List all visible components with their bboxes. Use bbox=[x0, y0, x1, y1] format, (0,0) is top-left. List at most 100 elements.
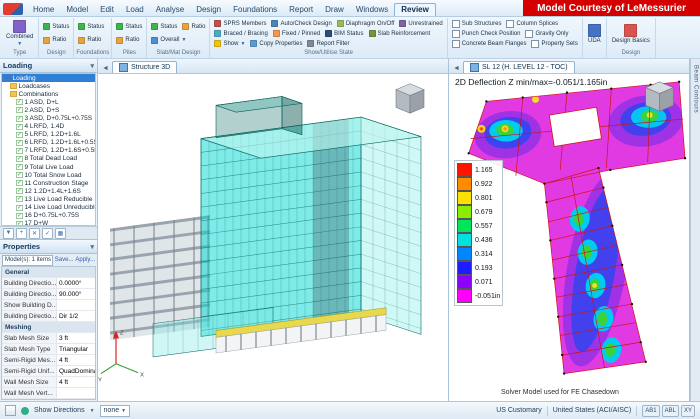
direction-dropdown[interactable]: none ▼ bbox=[100, 405, 131, 417]
status-button[interactable]: Status bbox=[41, 22, 71, 31]
property-section-general[interactable]: General bbox=[2, 267, 95, 278]
ratio-button[interactable]: Ratio bbox=[76, 36, 103, 45]
apply-link[interactable]: Apply... bbox=[75, 257, 95, 263]
check-icon[interactable]: ✓ bbox=[42, 228, 53, 239]
design-basics-button[interactable]: Design Basics bbox=[609, 23, 653, 45]
tree-item-13-live-load-reducible[interactable]: ✓13 Live Load Reducible bbox=[2, 195, 95, 203]
property-value[interactable]: 90.000° bbox=[57, 291, 95, 298]
ribbon-tab-report[interactable]: Report bbox=[283, 4, 319, 16]
gravity-only-button[interactable]: Gravity Only bbox=[523, 29, 570, 38]
view-cube[interactable] bbox=[646, 82, 674, 111]
property-value[interactable]: 0.0000° bbox=[57, 280, 95, 287]
property-value[interactable]: Dir 1/2 bbox=[57, 313, 95, 320]
tree-item-12-1-2d-1-4l-1-6s[interactable]: ✓12 1.2D+1.4L+1.6S bbox=[2, 187, 95, 195]
diaphragm-on-off-button[interactable]: Diaphragm On/Off bbox=[335, 19, 397, 28]
tree-item-1-asd-d-l[interactable]: ✓1 ASD, D+L bbox=[2, 98, 95, 106]
property-value[interactable]: 3 ft bbox=[57, 335, 95, 342]
property-value[interactable]: 4 ft bbox=[57, 379, 95, 386]
tree-item-14-live-load-unreducible[interactable]: ✓14 Live Load Unreducible bbox=[2, 204, 95, 212]
fixed-pinned-button[interactable]: Fixed / Pinned bbox=[271, 29, 322, 38]
ribbon-tab-draw[interactable]: Draw bbox=[319, 4, 350, 16]
tree-item-2-asd-d-s[interactable]: ✓2 ASD, D+S bbox=[2, 106, 95, 114]
ribbon-tab-load[interactable]: Load bbox=[120, 4, 150, 16]
status-button[interactable]: Status bbox=[76, 22, 106, 31]
combined-button[interactable]: Combined▼ bbox=[3, 19, 36, 48]
tab-scroll-left-icon[interactable]: ◄ bbox=[452, 65, 461, 73]
uda-button[interactable]: UDA bbox=[585, 23, 604, 45]
fe-results-canvas[interactable]: 2D Deflection Z min/max=-0.051/1.165in 1… bbox=[449, 74, 689, 401]
view-cube[interactable] bbox=[396, 84, 424, 113]
pin-icon[interactable]: ▾ bbox=[90, 243, 94, 251]
tree-item-4-lrfd-1-4d[interactable]: ✓4 LRFD, 1.4D bbox=[2, 123, 95, 131]
show-button[interactable]: Show▼ bbox=[212, 39, 247, 48]
braced-bracing-button[interactable]: Braced / Bracing bbox=[212, 29, 269, 38]
tree-item-loading[interactable]: Loading bbox=[2, 74, 95, 82]
button-label: Ratio bbox=[191, 24, 205, 30]
collapsed-side-panel[interactable]: Beam Contours bbox=[690, 59, 700, 401]
overall-button[interactable]: Overall▼ bbox=[149, 36, 188, 45]
pin-icon[interactable]: ▾ bbox=[90, 62, 94, 70]
tab-scroll-left-icon[interactable]: ◄ bbox=[101, 65, 110, 73]
column-splices-button[interactable]: Column Splices bbox=[504, 19, 560, 28]
sprs-members-button[interactable]: SPRS Members bbox=[212, 19, 268, 28]
grid-icon[interactable]: ▦ bbox=[55, 228, 66, 239]
design-code-label[interactable]: United States (ACI/AISC) bbox=[553, 407, 632, 414]
add-icon[interactable]: + bbox=[16, 228, 27, 239]
status-badge-abl[interactable]: ABL bbox=[662, 405, 679, 417]
save-link[interactable]: Save... bbox=[55, 257, 74, 263]
property-value[interactable]: Triangular bbox=[57, 346, 95, 353]
ribbon-tab-edit[interactable]: Edit bbox=[94, 4, 120, 16]
show-directions-label[interactable]: Show Directions bbox=[34, 407, 85, 414]
filter-icon[interactable]: ▼ bbox=[3, 228, 14, 239]
ribbon-tab-analyse[interactable]: Analyse bbox=[150, 4, 190, 16]
property-value[interactable]: QuadDominant bbox=[57, 368, 95, 375]
punch-check-position-button[interactable]: Punch Check Position bbox=[450, 29, 523, 38]
ribbon: Combined▼TypeStatusRatioDesignStatusRati… bbox=[0, 17, 700, 59]
ratio-button[interactable]: Ratio bbox=[114, 36, 141, 45]
structure-3d-model[interactable]: Z X Y bbox=[98, 74, 448, 401]
status-badge-xy[interactable]: XY bbox=[681, 405, 695, 417]
unrestrained-button[interactable]: Unrestrained bbox=[397, 19, 444, 28]
tree-item-10-total-snow-load[interactable]: ✓10 Total Snow Load bbox=[2, 171, 95, 179]
ribbon-tab-design[interactable]: Design bbox=[190, 4, 227, 16]
ratio-button[interactable]: Ratio bbox=[180, 22, 207, 31]
app-logo-icon[interactable] bbox=[3, 3, 23, 15]
concrete-beam-flanges-button[interactable]: Concrete Beam Flanges bbox=[450, 39, 529, 48]
property-value[interactable]: 4 ft bbox=[57, 357, 95, 364]
tree-item-7-lrfd-1-2d-1-6s-0-5l[interactable]: ✓7 LRFD, 1.2D+1.6S+0.5L bbox=[2, 147, 95, 155]
sub-structures-button[interactable]: Sub Structures bbox=[450, 19, 504, 28]
tree-item-8-total-dead-load[interactable]: ✓8 Total Dead Load bbox=[2, 155, 95, 163]
status-button[interactable]: Status bbox=[114, 22, 144, 31]
ribbon-tab-home[interactable]: Home bbox=[27, 4, 60, 16]
slab-reinforcement-button[interactable]: Slab Reinforcement bbox=[367, 29, 433, 38]
tree-item-3-asd-d-0-75l-0-75s[interactable]: ✓3 ASD, D+0.75L+0.75S bbox=[2, 114, 95, 122]
loading-toolbar: ▼+✕✓▦ bbox=[0, 226, 97, 239]
report-filter-button[interactable]: Report Filter bbox=[305, 39, 351, 48]
bim-status-button[interactable]: BIM Status bbox=[323, 29, 365, 38]
tree-item-6-lrfd-1-2d-1-6l-0-5s[interactable]: ✓6 LRFD, 1.2D+1.6L+0.5S bbox=[2, 139, 95, 147]
ribbon-tab-review[interactable]: Review bbox=[394, 3, 436, 16]
units-label[interactable]: US Customary bbox=[496, 407, 542, 414]
property-sets-button[interactable]: Property Sets bbox=[529, 39, 579, 48]
auto-check-design-button[interactable]: Auto/Check Design bbox=[269, 19, 333, 28]
tree-item-16-d-0-75l-0-75s[interactable]: ✓16 D+0.75L+0.75S bbox=[2, 212, 95, 220]
copy-properties-button[interactable]: Copy Properties bbox=[248, 39, 304, 48]
tab-slab-level-12[interactable]: SL 12 (H. LEVEL 12 - TOC) bbox=[463, 61, 575, 73]
ribbon-tab-windows[interactable]: Windows bbox=[350, 4, 394, 16]
tree-item-11-construction-stage[interactable]: ✓11 Construction Stage bbox=[2, 179, 95, 187]
ratio-button[interactable]: Ratio bbox=[41, 36, 68, 45]
model-selector[interactable]: Model(s): 1 items▼ bbox=[2, 255, 53, 266]
tab-structure-3d[interactable]: Structure 3D bbox=[112, 61, 177, 73]
property-section-meshing[interactable]: Meshing bbox=[2, 322, 95, 333]
delete-icon[interactable]: ✕ bbox=[29, 228, 40, 239]
tree-item-9-total-live-load[interactable]: ✓9 Total Live Load bbox=[2, 163, 95, 171]
tree-item-5-lrfd-1-2d-1-6l[interactable]: ✓5 LRFD, 1.2D+1.6L bbox=[2, 131, 95, 139]
grid-toggle-icon[interactable] bbox=[5, 405, 16, 416]
status-button[interactable]: Status bbox=[149, 22, 179, 31]
ribbon-tab-foundations[interactable]: Foundations bbox=[227, 4, 283, 16]
ribbon-tab-model[interactable]: Model bbox=[60, 4, 94, 16]
status-badge-ab1[interactable]: AB1 bbox=[642, 405, 659, 417]
tree-item-combinations[interactable]: Combinations bbox=[2, 90, 95, 98]
tree-item-loadcases[interactable]: Loadcases bbox=[2, 82, 95, 90]
structure-3d-canvas[interactable]: Z X Y bbox=[98, 74, 448, 401]
